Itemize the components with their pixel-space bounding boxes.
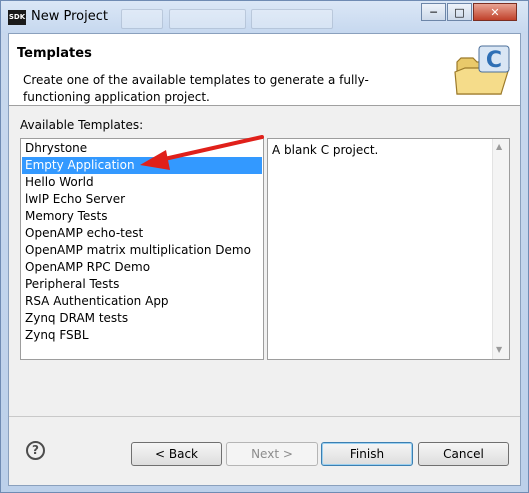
scroll-up-icon[interactable]: ▲: [496, 142, 502, 151]
sdk-app-icon: SDK: [8, 10, 26, 25]
available-templates-label: Available Templates:: [20, 118, 144, 132]
finish-button[interactable]: Finish: [321, 442, 413, 466]
banner-description: Create one of the available templates to…: [23, 73, 369, 104]
close-button[interactable]: ✕: [473, 3, 517, 21]
template-description: A blank C project.: [272, 143, 379, 157]
maximize-button[interactable]: □: [447, 3, 472, 21]
template-item[interactable]: Empty Application: [22, 157, 262, 174]
wizard-banner: Templates Create one of the available te…: [9, 34, 520, 106]
new-project-window: SDK New Project ─ □ ✕ Templates Create o…: [0, 0, 529, 493]
window-title: New Project: [31, 9, 108, 24]
template-item[interactable]: Peripheral Tests: [22, 276, 262, 293]
template-item[interactable]: OpenAMP matrix multiplication Demo: [22, 242, 262, 259]
background-tab: [121, 9, 163, 29]
footer-separator: [9, 416, 520, 417]
background-tab: [251, 9, 333, 29]
template-item[interactable]: Hello World: [22, 174, 262, 191]
template-item[interactable]: OpenAMP RPC Demo: [22, 259, 262, 276]
help-icon[interactable]: ?: [26, 441, 45, 460]
template-item[interactable]: RSA Authentication App: [22, 293, 262, 310]
next-button[interactable]: Next >: [226, 442, 318, 466]
cancel-button[interactable]: Cancel: [418, 442, 509, 466]
background-tab: [169, 9, 246, 29]
template-item[interactable]: Zynq DRAM tests: [22, 310, 262, 327]
folder-c-icon: C: [454, 45, 510, 95]
template-item[interactable]: Zynq FSBL: [22, 327, 262, 344]
templates-list[interactable]: Dhrystone Empty Application Hello World lwI…: [20, 138, 264, 360]
svg-text:C: C: [486, 48, 502, 73]
description-scrollbar[interactable]: ▲ ▼: [492, 139, 509, 359]
back-button[interactable]: < Back: [131, 442, 222, 466]
template-item[interactable]: lwIP Echo Server: [22, 191, 262, 208]
template-description-box: A blank C project. ▲ ▼: [267, 138, 510, 360]
title-bar[interactable]: SDK New Project ─ □ ✕: [1, 1, 528, 33]
template-item[interactable]: OpenAMP echo-test: [22, 225, 262, 242]
minimize-button[interactable]: ─: [421, 3, 446, 21]
scroll-down-icon[interactable]: ▼: [496, 345, 502, 354]
template-item[interactable]: Dhrystone: [22, 140, 262, 157]
dialog-client-area: Templates Create one of the available te…: [8, 33, 521, 486]
banner-title: Templates: [17, 46, 92, 61]
template-item[interactable]: Memory Tests: [22, 208, 262, 225]
